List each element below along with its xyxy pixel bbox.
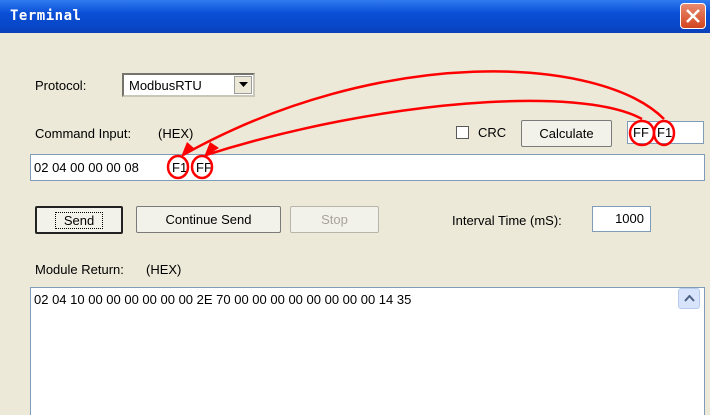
terminal-window: Terminal Protocol: ModbusRTU Command Inp… [0, 0, 710, 415]
crc-checkbox[interactable] [456, 126, 469, 139]
command-input-field[interactable]: 02 04 00 00 00 08 F1 FF [30, 154, 705, 181]
stop-button[interactable]: Stop [290, 206, 379, 233]
close-icon [686, 9, 700, 23]
continue-send-button[interactable]: Continue Send [136, 206, 281, 233]
protocol-value: ModbusRTU [129, 78, 202, 93]
calculate-button[interactable]: Calculate [521, 120, 612, 147]
crc-hi-value: FF [633, 125, 649, 140]
interval-time-input[interactable]: 1000 [592, 206, 651, 232]
dropdown-button[interactable] [234, 76, 252, 94]
send-label: Send [54, 212, 104, 229]
scrollbar-up-button[interactable] [678, 288, 700, 309]
module-return-format-label: (HEX) [146, 262, 182, 277]
send-button[interactable]: Send [35, 206, 123, 234]
interval-time-label: Interval Time (mS): [452, 213, 562, 228]
protocol-label: Protocol: [35, 78, 87, 93]
module-return-label: Module Return: [35, 262, 124, 277]
chevron-down-icon [239, 82, 248, 87]
interval-time-value: 1000 [615, 211, 644, 226]
command-input-label: Command Input: [35, 126, 132, 141]
crc-result-field[interactable]: FF F1 [627, 121, 704, 144]
close-button[interactable] [680, 3, 706, 29]
command-crc-lo-text: F1 [172, 160, 188, 175]
crc-label: CRC [478, 125, 507, 140]
protocol-select[interactable]: ModbusRTU [122, 73, 255, 97]
crc-lo-value: F1 [657, 125, 673, 140]
module-return-text: 02 04 10 00 00 00 00 00 00 2E 70 00 00 0… [34, 292, 412, 307]
command-bytes-text: 02 04 00 00 00 08 [34, 160, 139, 175]
title-bar[interactable]: Terminal [0, 0, 710, 33]
command-format-label: (HEX) [158, 126, 194, 141]
chevron-up-icon [684, 295, 695, 302]
module-return-output[interactable]: 02 04 10 00 00 00 00 00 00 2E 70 00 00 0… [30, 287, 705, 415]
command-crc-hi-text: FF [196, 160, 212, 175]
window-title: Terminal [10, 8, 82, 24]
